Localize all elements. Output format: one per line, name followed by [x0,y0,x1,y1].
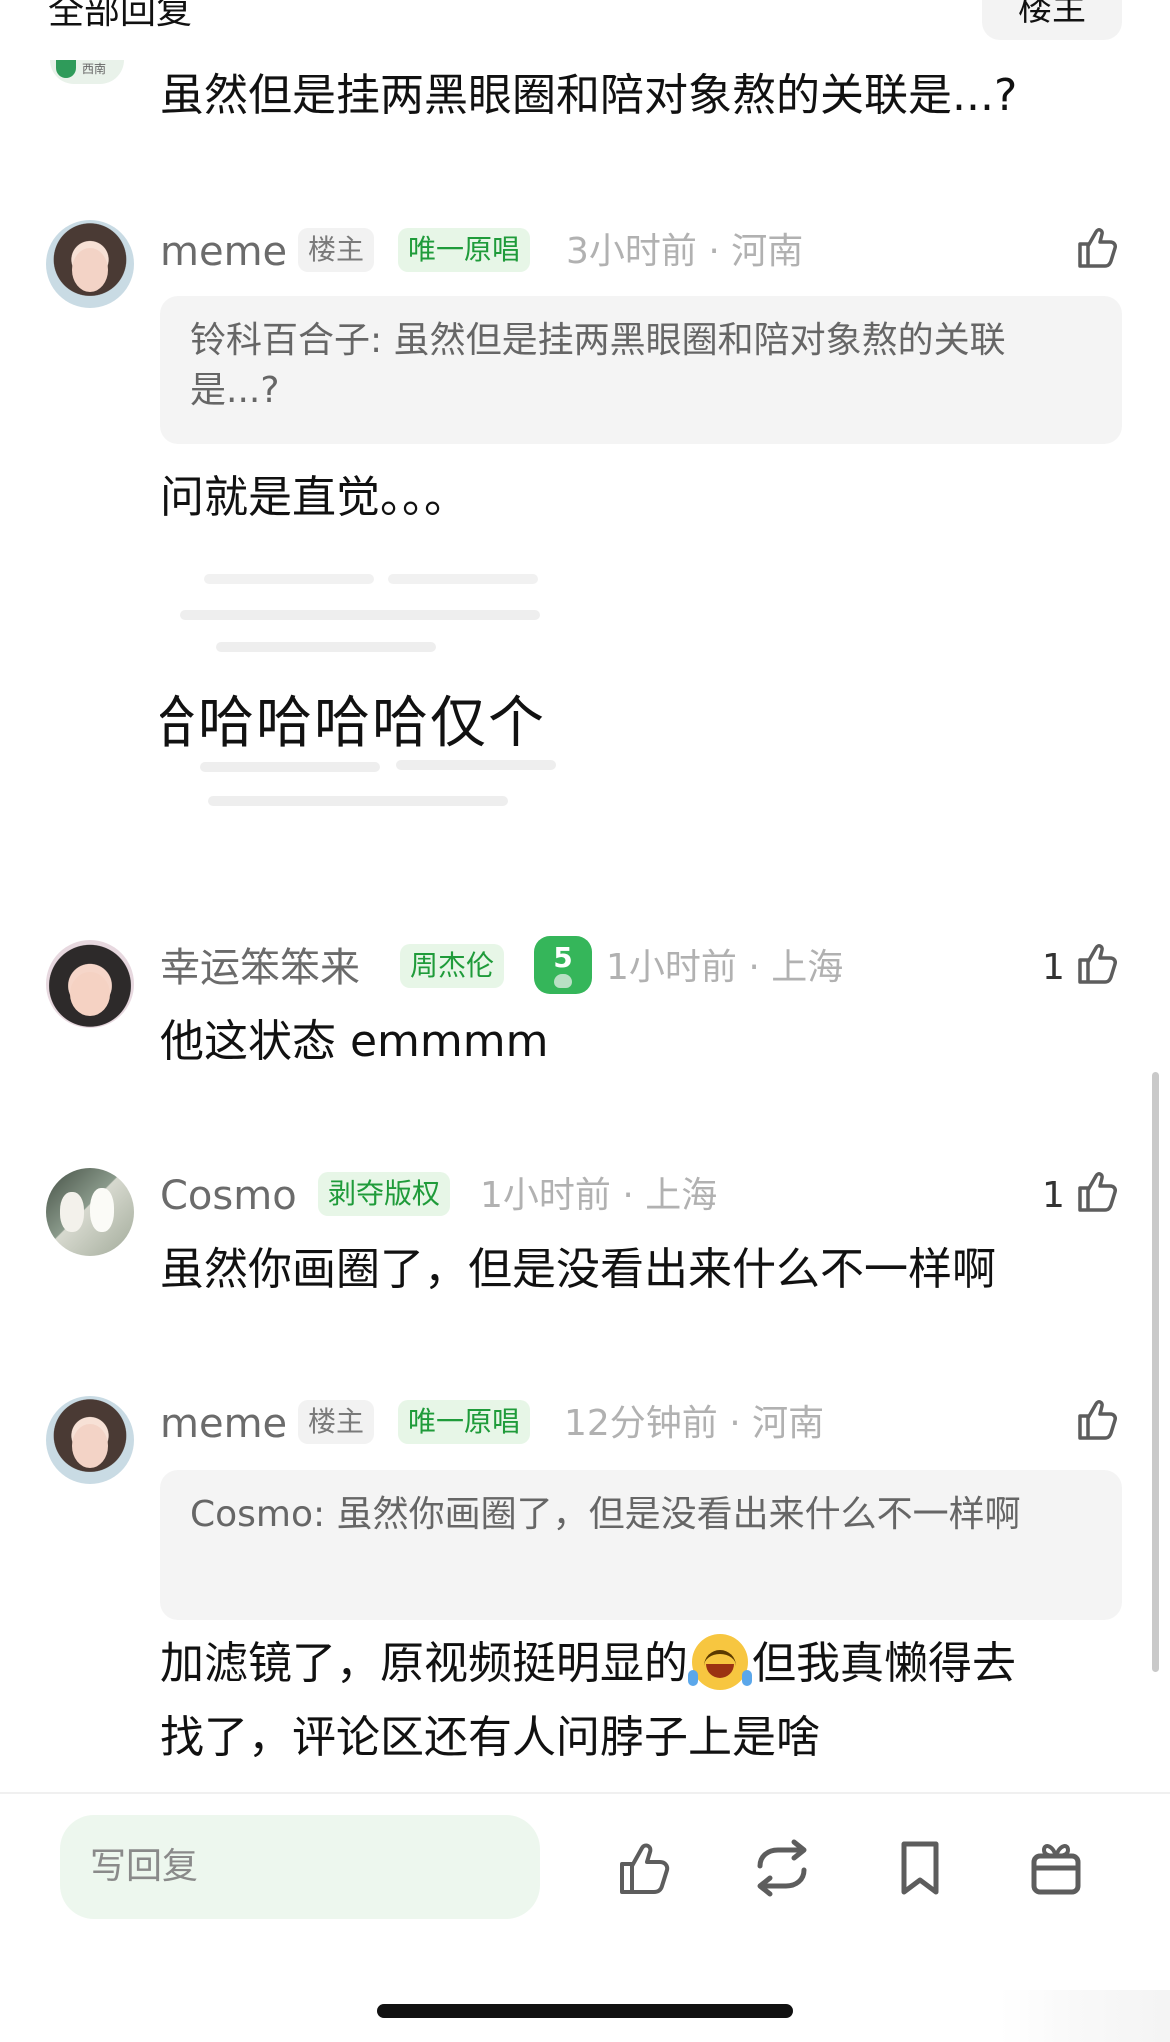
avatar-text: 西南 [82,62,107,76]
image-ghost-text [204,574,374,584]
headphone-icon [554,974,572,988]
top-reply-avatar: 西南 [50,60,124,84]
corner-gradient [1000,1990,1170,2042]
op-badge: 楼主 [298,1400,375,1444]
avatar[interactable] [46,1168,134,1256]
thumbs-up-icon[interactable] [1072,222,1122,272]
avatar[interactable] [46,940,134,1028]
comment-meta: 1小时前 · 上海 [606,947,844,988]
level-number: 5 [553,941,573,974]
username[interactable]: Cosmo [160,1172,297,1220]
all-replies-label: 全部回复 [48,0,193,32]
comment-body: 虽然你画圈了，但是没看出来什么不一样啊 [160,1244,996,1295]
reply-image[interactable]: 哈哈哈哈哈仅个 [160,540,600,840]
image-ghost-text [388,574,538,584]
fan-badge: 剥夺版权 [318,1172,451,1216]
gift-icon[interactable] [1024,1836,1088,1900]
comment-body: 问就是直觉。。。 [160,472,468,523]
top-reply-text: 虽然但是挂两黑眼圈和陪对象熬的关联是...? [160,70,1018,121]
image-ghost-text [396,760,556,770]
laughing-crying-emoji-icon [688,1634,752,1690]
quoted-reply: Cosmo: 虽然你画圈了，但是没看出来什么不一样啊 [160,1470,1122,1620]
quoted-username: 铃科百合子: [190,320,383,361]
quoted-text: 虽然你画圈了，但是没看出来什么不一样啊 [336,1494,1021,1535]
comment-body: 他这状态 emmmm [160,1016,549,1067]
comment-meta: 12分钟前 · 河南 [564,1403,825,1444]
image-ghost-text [200,762,380,772]
bookmark-icon[interactable] [888,1836,952,1900]
username[interactable]: meme [160,228,287,276]
image-ghost-text [216,642,436,652]
image-text: 哈哈哈哈哈仅个 [160,691,546,756]
comment-meta: 1小时前 · 上海 [480,1175,718,1216]
quoted-reply: 铃科百合子: 虽然但是挂两黑眼圈和陪对象熬的关联是...? [160,296,1122,444]
avatar[interactable] [46,1396,134,1484]
level-badge: 5 [534,936,592,994]
scrollbar[interactable] [1152,1072,1159,1672]
original-singer-badge: 唯一原唱 [398,1400,531,1444]
image-ghost-text [180,610,540,620]
quoted-username: Cosmo: [190,1494,326,1535]
username[interactable]: 幸运笨笨来 [160,944,360,992]
thumbs-up-icon[interactable] [1072,938,1122,988]
reply-input[interactable]: 写回复 [60,1815,540,1919]
comment-body-line-2: 找了，评论区还有人问脖子上是啥 [160,1712,820,1763]
home-indicator [377,2004,793,2018]
username[interactable]: meme [160,1400,287,1448]
filter-op-button[interactable]: 楼主 [982,0,1122,40]
comment-body-part: 但我真懒得去 [752,1638,1016,1689]
fan-badge: 周杰伦 [400,944,505,988]
bottom-divider [0,1792,1170,1794]
thumbs-up-icon[interactable] [1072,1394,1122,1444]
thumbs-up-icon[interactable] [1072,1166,1122,1216]
like-count: 1 [1042,947,1065,988]
avatar-mark [56,60,76,78]
comment-body-part: 加滤镜了，原视频挺明显的 [160,1638,688,1689]
repost-icon[interactable] [750,1836,814,1900]
image-ghost-text [208,796,508,806]
op-badge: 楼主 [298,228,375,272]
like-icon[interactable] [614,1836,678,1900]
original-singer-badge: 唯一原唱 [398,228,531,272]
comment-meta: 3小时前 · 河南 [566,231,804,272]
comment-body-line-1: 加滤镜了，原视频挺明显的 但我真懒得去 [160,1634,1016,1694]
like-count: 1 [1042,1175,1065,1216]
avatar[interactable] [46,220,134,308]
